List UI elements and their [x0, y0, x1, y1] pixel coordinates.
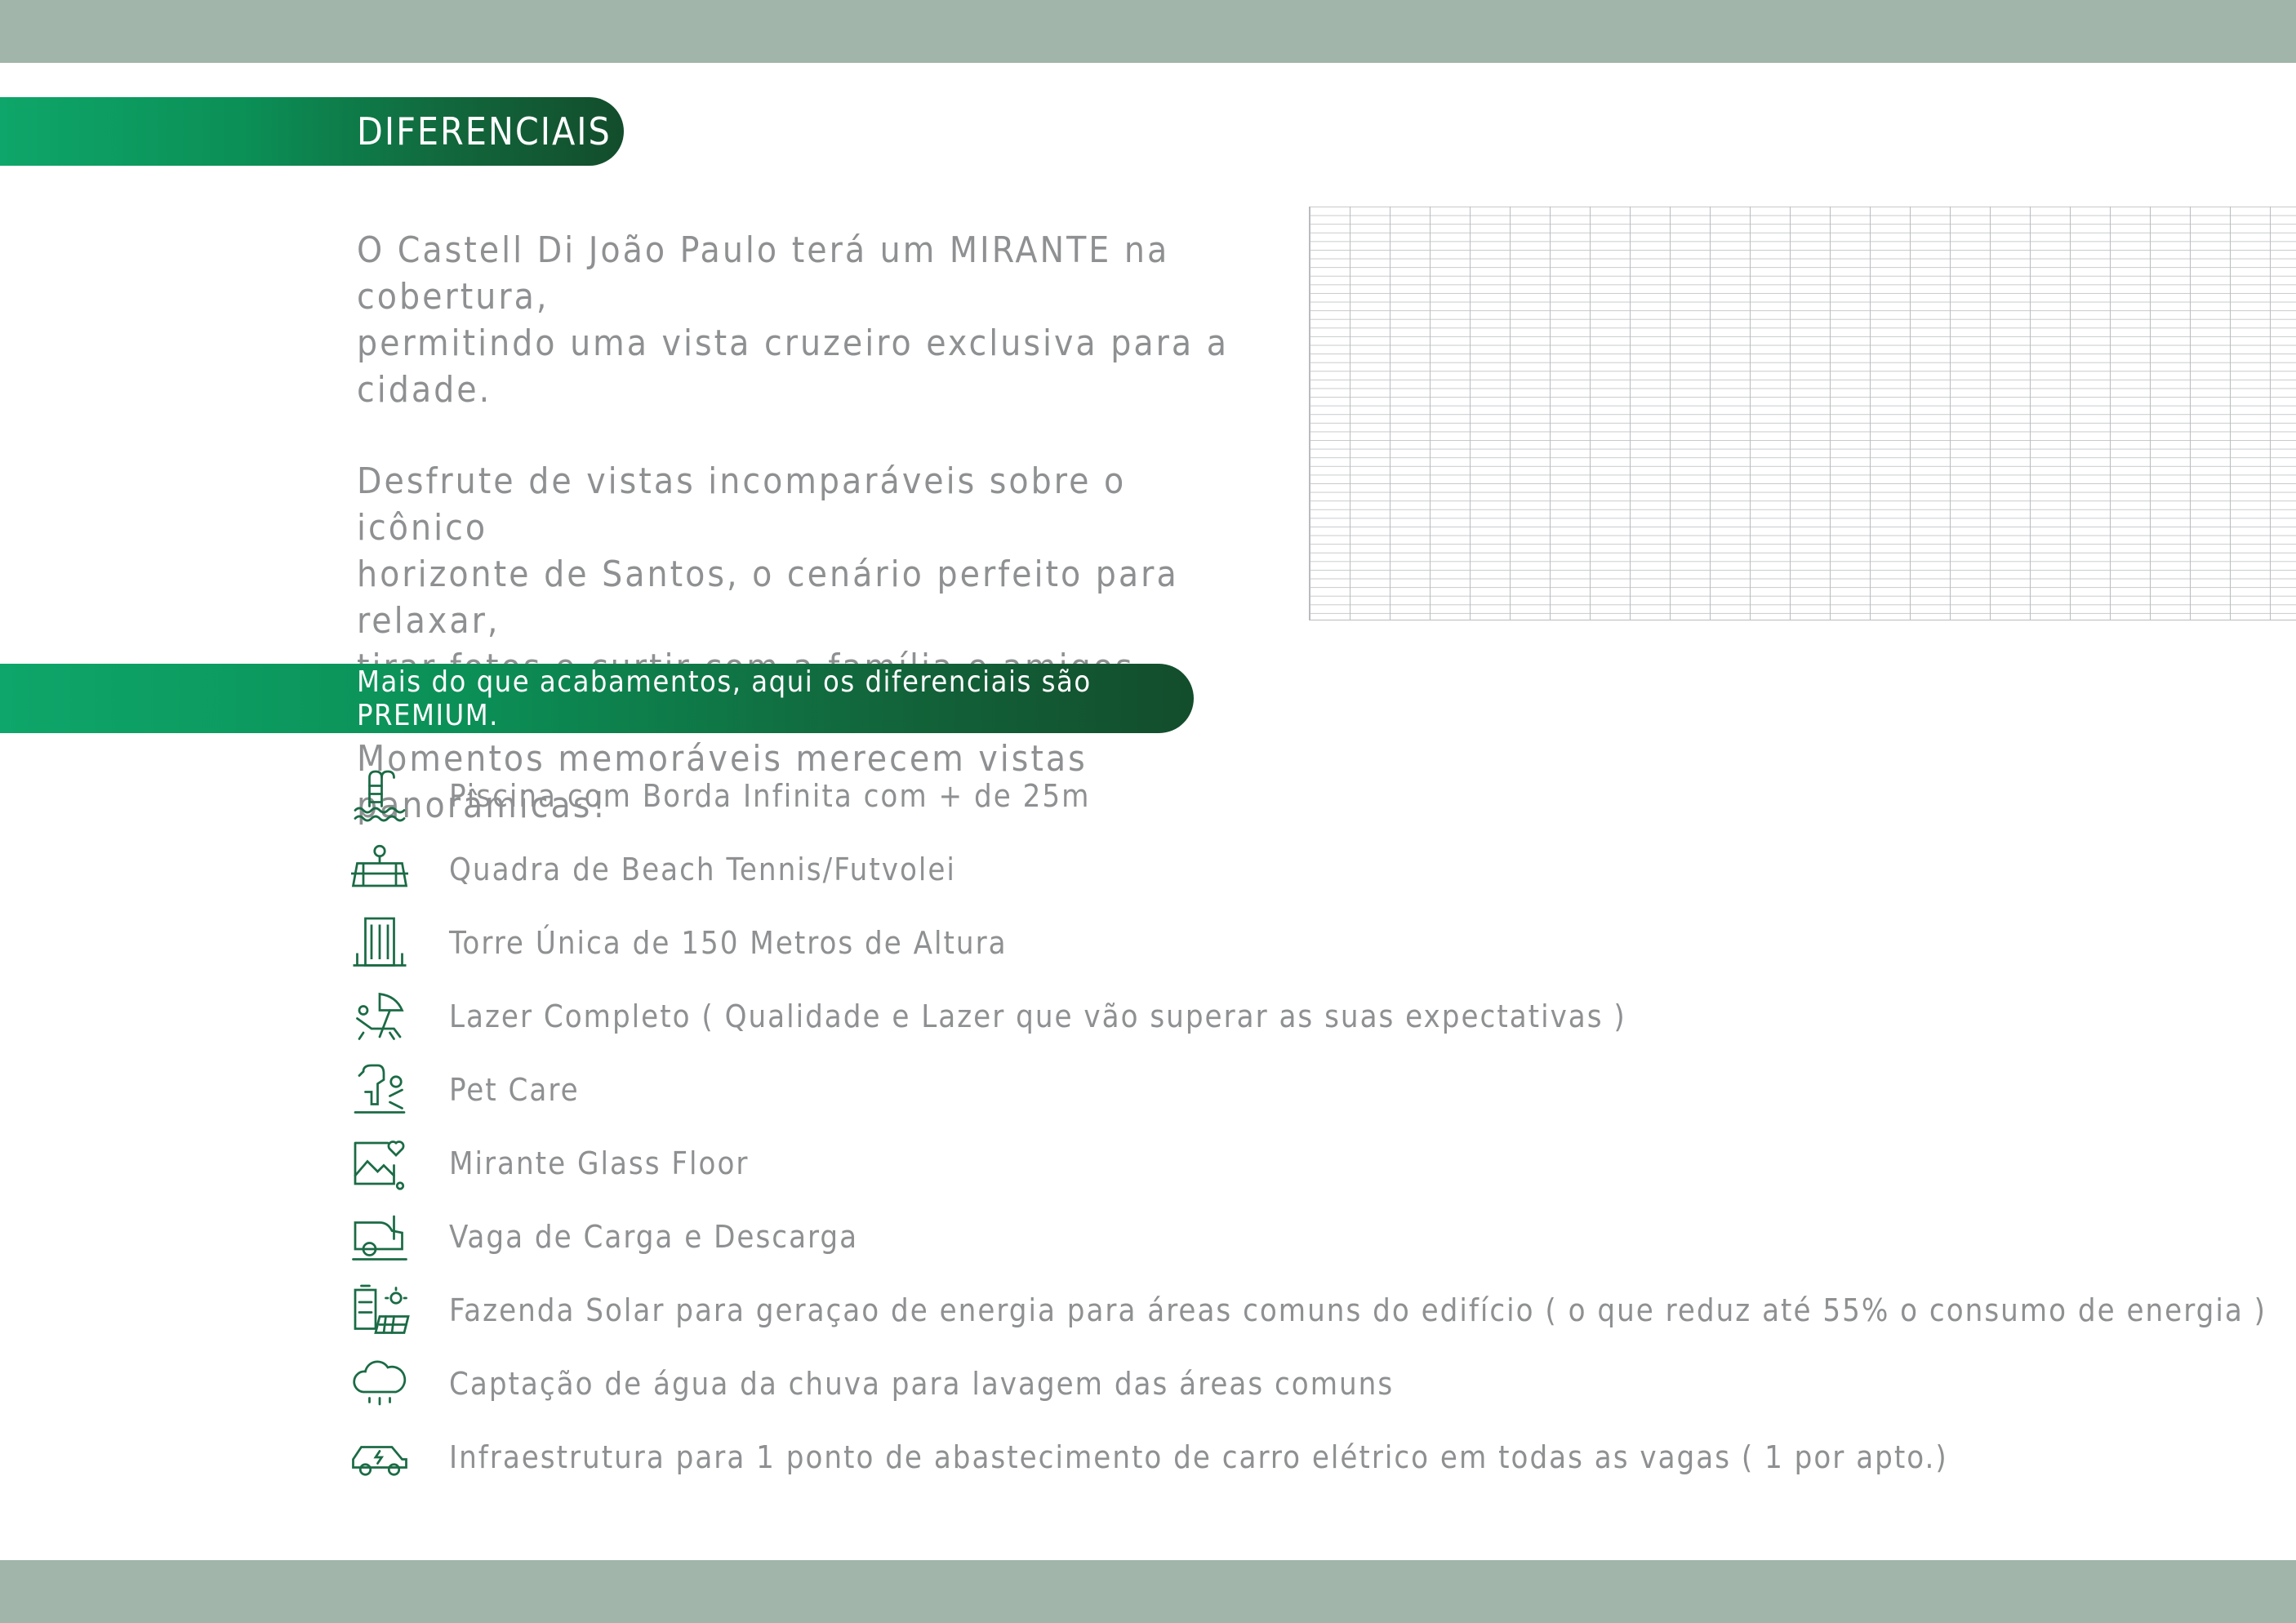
- feature-label: Vaga de Carga e Descarga: [449, 1219, 859, 1255]
- pool-ladder-icon: [343, 764, 416, 828]
- intro-paragraph: Desfrute de vistas incomparáveis sobre o…: [357, 460, 1179, 688]
- intro-paragraph: O Castell Di João Paulo terá um MIRANTE …: [357, 229, 1229, 411]
- tower-building-icon: [343, 911, 416, 975]
- car-loading-icon: [343, 1205, 416, 1269]
- premium-banner: Mais do que acabamentos, aqui os diferen…: [0, 664, 1194, 733]
- pet-care-icon: [343, 1058, 416, 1122]
- feature-label: Mirante Glass Floor: [449, 1145, 750, 1181]
- feature-label: Torre Única de 150 Metros de Altura: [449, 925, 1008, 961]
- solar-panel-battery-icon: [343, 1278, 416, 1342]
- list-item: Quadra de Beach Tennis/Futvolei: [343, 833, 2267, 906]
- feature-label: Captação de água da chuva para lavagem d…: [449, 1366, 1395, 1402]
- feature-label: Quadra de Beach Tennis/Futvolei: [449, 852, 956, 887]
- list-item: Pet Care: [343, 1053, 2267, 1127]
- feature-label: Lazer Completo ( Qualidade e Lazer que v…: [449, 998, 1626, 1034]
- feature-label: Infraestrutura para 1 ponto de abastecim…: [449, 1439, 1948, 1475]
- list-item: Piscina com Borda Infinita com + de 25m: [343, 759, 2267, 833]
- feature-label: Pet Care: [449, 1072, 580, 1108]
- feature-list: Piscina com Borda Infinita com + de 25m …: [343, 759, 2267, 1494]
- list-item: Torre Única de 150 Metros de Altura: [343, 906, 2267, 980]
- list-item: Infraestrutura para 1 ponto de abastecim…: [343, 1421, 2267, 1494]
- landscape-heart-icon: [343, 1132, 416, 1195]
- list-item: Captação de água da chuva para lavagem d…: [343, 1347, 2267, 1421]
- rain-cloud-icon: [343, 1352, 416, 1416]
- list-item: Fazenda Solar para geraçao de energia pa…: [343, 1274, 2267, 1347]
- bottom-band: [0, 1560, 2296, 1623]
- beach-tennis-court-icon: [343, 838, 416, 901]
- empty-grid-table: [1309, 207, 2296, 620]
- top-band: [0, 0, 2296, 63]
- section-heading: DIFERENCIAIS: [0, 97, 624, 166]
- feature-label: Fazenda Solar para geraçao de energia pa…: [449, 1292, 2267, 1328]
- list-item: Vaga de Carga e Descarga: [343, 1200, 2267, 1274]
- beach-lounger-umbrella-icon: [343, 985, 416, 1048]
- feature-label: Piscina com Borda Infinita com + de 25m: [449, 778, 1091, 814]
- list-item: Lazer Completo ( Qualidade e Lazer que v…: [343, 980, 2267, 1053]
- list-item: Mirante Glass Floor: [343, 1127, 2267, 1200]
- electric-car-icon: [343, 1425, 416, 1489]
